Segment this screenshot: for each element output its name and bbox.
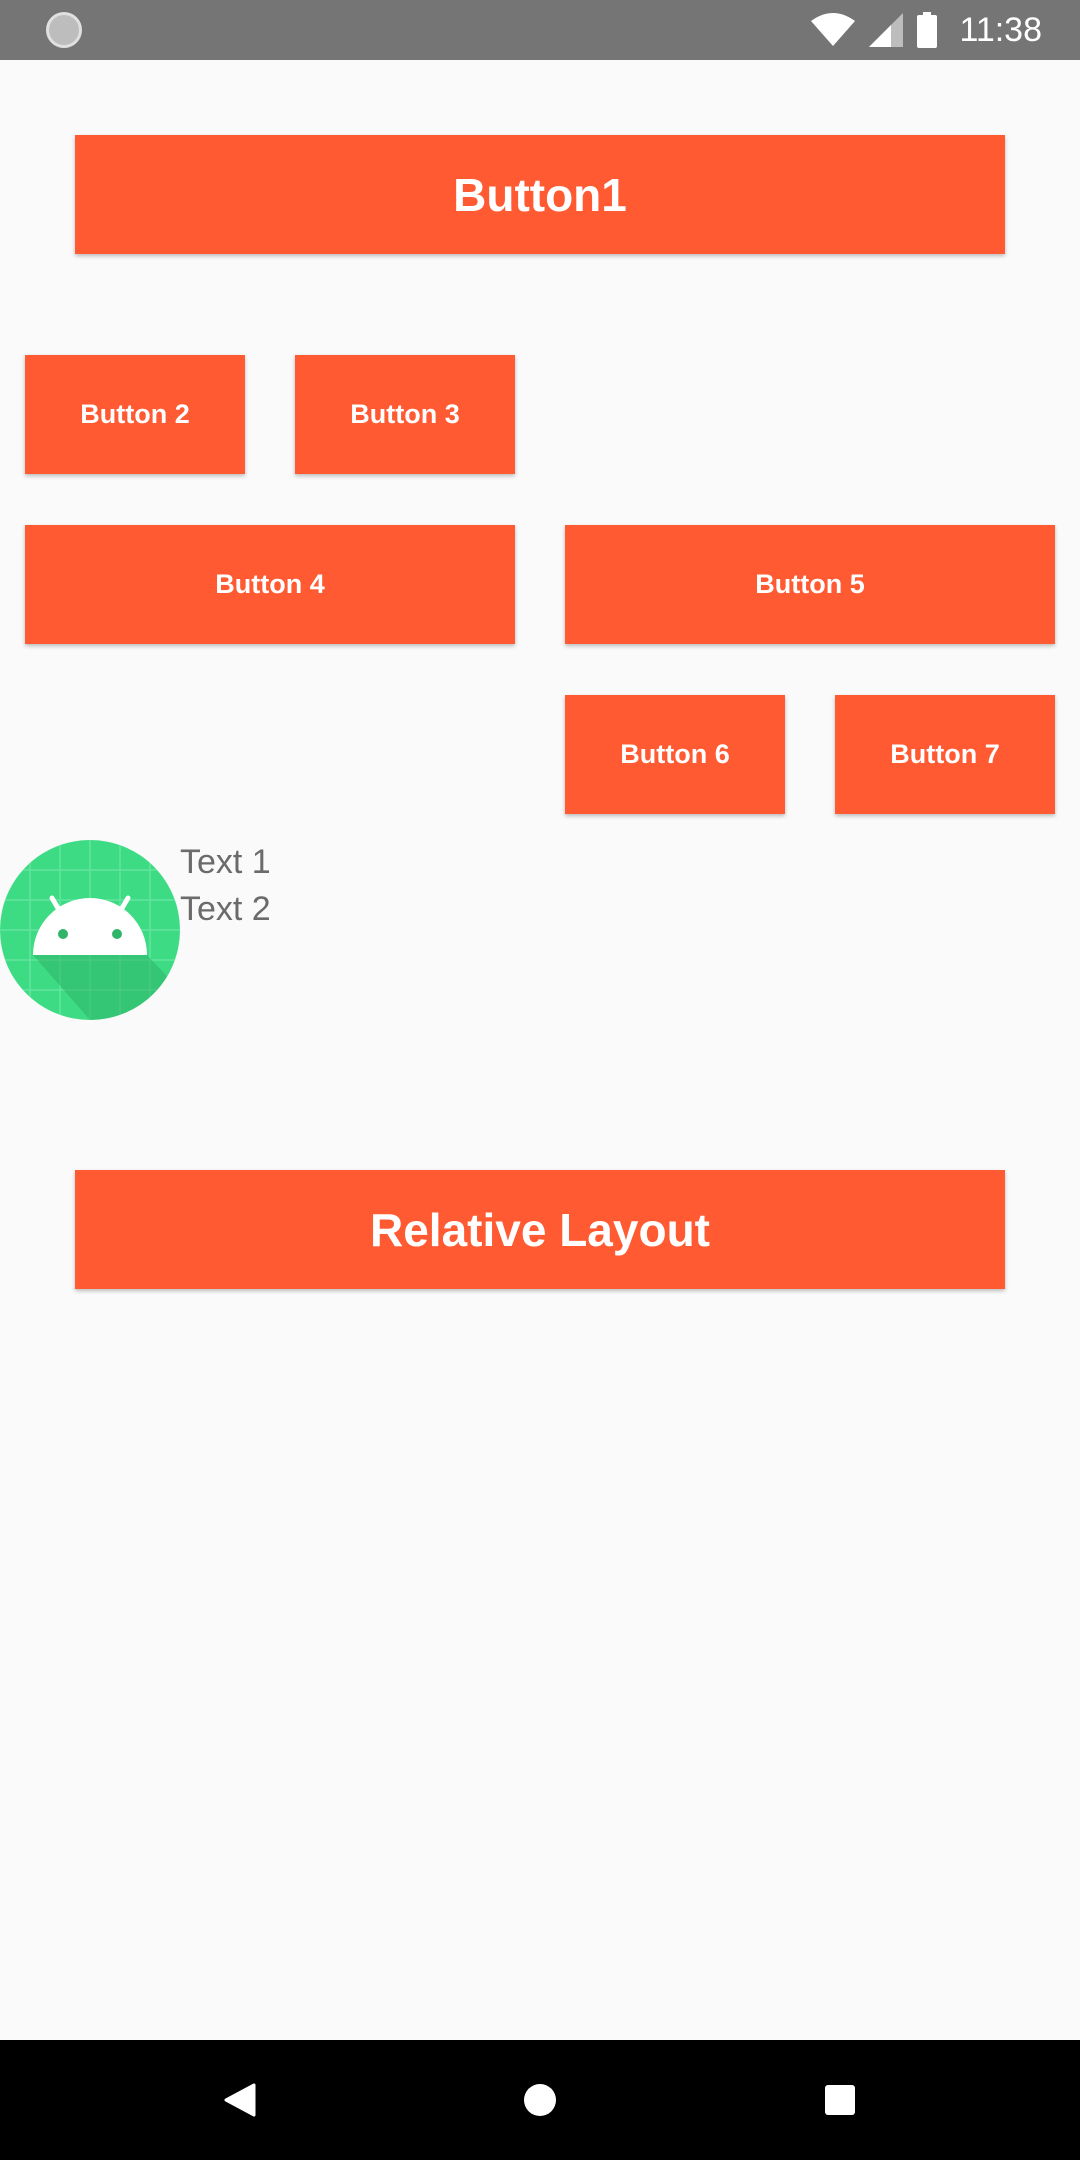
button-3[interactable]: Button 3 xyxy=(295,355,515,474)
android-icon xyxy=(0,840,180,1020)
app-notification-icon xyxy=(46,12,82,48)
clock: 11:38 xyxy=(959,10,1042,49)
text-1: Text 1 xyxy=(180,843,271,881)
status-icons: 11:38 xyxy=(797,0,1042,60)
relative-layout-button[interactable]: Relative Layout xyxy=(75,1170,1005,1289)
recents-button[interactable] xyxy=(800,2040,880,2160)
home-icon xyxy=(524,2084,556,2116)
button-7[interactable]: Button 7 xyxy=(835,695,1055,814)
back-button[interactable] xyxy=(200,2040,280,2160)
button-6[interactable]: Button 6 xyxy=(565,695,785,814)
button1[interactable]: Button1 xyxy=(75,135,1005,254)
back-icon xyxy=(224,2083,256,2117)
recents-icon xyxy=(825,2085,855,2115)
home-button[interactable] xyxy=(500,2040,580,2160)
button-4[interactable]: Button 4 xyxy=(25,525,515,644)
button-5[interactable]: Button 5 xyxy=(565,525,1055,644)
text-2: Text 2 xyxy=(180,890,271,928)
button-2[interactable]: Button 2 xyxy=(25,355,245,474)
battery-icon xyxy=(917,12,938,48)
navigation-bar xyxy=(0,2040,1080,2160)
wifi-icon xyxy=(811,13,856,46)
signal-icon xyxy=(869,13,904,47)
status-bar: 11:38 xyxy=(0,0,1080,60)
